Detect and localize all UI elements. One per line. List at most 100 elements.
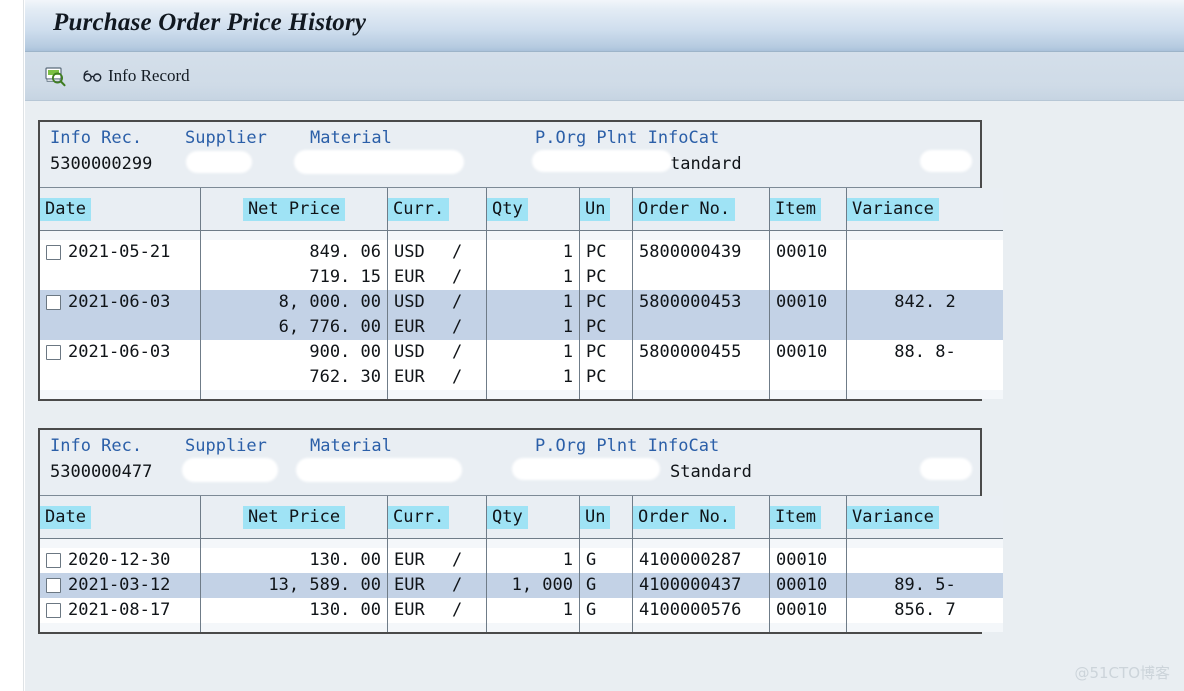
row-select-checkbox[interactable] [46,295,61,310]
display-magnifier-icon [44,65,66,87]
row-select-checkbox[interactable] [46,603,61,618]
cell-net-price: 719. 15 [201,265,388,290]
info-rec-label: Info Rec. [50,128,142,148]
currency-code: USD [394,290,436,315]
cell-date [40,315,201,340]
currency-separator: / [452,315,462,340]
cell-order-no [633,265,770,290]
material-label: Material [310,128,392,148]
cell-qty: 1 [487,548,580,573]
currency-inner: EUR/ [394,365,480,390]
currency-inner: USD/ [394,240,480,265]
spacer-cell [201,390,388,399]
supplier-label: Supplier [185,128,267,148]
currency-code: EUR [394,573,436,598]
currency-code: EUR [394,265,436,290]
table-row[interactable]: 6, 776. 00EUR/1PC [40,315,1003,340]
date-cell-wrap: 2021-06-03 [46,340,194,365]
column-header-qty[interactable]: Qty [487,496,580,539]
cell-variance [847,240,1004,265]
column-header-text: Net Price [243,506,345,529]
currency-code: EUR [394,598,436,623]
spacer-row [40,623,1003,632]
cell-unit: PC [580,340,633,365]
spacer-cell [847,539,1004,549]
column-header-text: Qty [487,198,528,221]
date-value: 2021-06-03 [68,290,170,315]
cell-order-no [633,365,770,390]
info-rec-value: 5300000477 [50,462,152,482]
table-row[interactable]: 2021-08-17130. 00EUR/1G41000005760001085… [40,598,1003,623]
column-header-item[interactable]: Item [770,496,847,539]
currency-code: EUR [394,315,436,340]
display-button[interactable] [44,61,66,91]
spacer-cell [633,390,770,399]
material-label: Material [310,436,392,456]
currency-code: USD [394,240,436,265]
column-header-un[interactable]: Un [580,496,633,539]
date-value: 2021-08-17 [68,598,170,623]
table-row[interactable]: 2021-05-21849. 06USD/1PC580000043900010 [40,240,1003,265]
spacer-cell [633,539,770,549]
watermark: @51CTO博客 [1074,662,1170,683]
column-header-variance[interactable]: Variance [847,188,1004,231]
price-history-blocks: Info Rec. Supplier Material P.Org Plnt Info… [38,120,1184,634]
cell-item [770,365,847,390]
supplier-label: Supplier [185,436,267,456]
cell-order-no: 5800000439 [633,240,770,265]
column-header-order-no[interactable]: Order No. [633,496,770,539]
cell-item: 00010 [770,548,847,573]
cell-unit: PC [580,240,633,265]
cell-currency: EUR/ [388,573,487,598]
row-select-checkbox[interactable] [46,245,61,260]
cell-variance: 88. 8- [847,340,1004,365]
column-header-variance[interactable]: Variance [847,496,1004,539]
column-header-text: Variance [847,506,939,529]
cell-item: 00010 [770,240,847,265]
cell-order-no: 4100000287 [633,548,770,573]
column-header-date[interactable]: Date [40,496,201,539]
column-header-net-price[interactable]: Net Price [201,496,388,539]
column-header-qty[interactable]: Qty [487,188,580,231]
info-rec-value: 5300000299 [50,154,152,174]
column-header-un[interactable]: Un [580,188,633,231]
cell-order-no [633,315,770,340]
currency-inner: EUR/ [394,573,480,598]
cell-variance: 842. 2 [847,290,1004,315]
row-select-checkbox[interactable] [46,345,61,360]
info-record-button[interactable]: Info Record [83,61,190,91]
spacer-cell [847,390,1004,399]
table-row[interactable]: 2021-03-1213, 589. 00EUR/1, 000G41000004… [40,573,1003,598]
row-select-checkbox[interactable] [46,578,61,593]
spacer-cell [847,231,1004,241]
column-header-text: Net Price [243,198,345,221]
table-row[interactable]: 2020-12-30130. 00EUR/1G410000028700010 [40,548,1003,573]
column-header-order-no[interactable]: Order No. [633,188,770,231]
cell-order-no: 4100000576 [633,598,770,623]
column-header-curr[interactable]: Curr. [388,496,487,539]
porg-plnt-infocat-label: P.Org Plnt InfoCat [535,436,719,456]
column-header-date[interactable]: Date [40,188,201,231]
column-header-text: Curr. [388,198,449,221]
table-row[interactable]: 719. 15EUR/1PC [40,265,1003,290]
cell-currency: EUR/ [388,265,487,290]
cell-variance: 856. 7 [847,598,1004,623]
spacer-cell [201,231,388,241]
table-row[interactable]: 762. 30EUR/1PC [40,365,1003,390]
row-select-checkbox[interactable] [46,553,61,568]
table-row[interactable]: 2021-06-03900. 00USD/1PC5800000455000108… [40,340,1003,365]
table-row[interactable]: 2021-06-038, 000. 00USD/1PC5800000453000… [40,290,1003,315]
cell-currency: EUR/ [388,365,487,390]
cell-variance: 89. 5- [847,573,1004,598]
cell-variance [847,548,1004,573]
cell-net-price: 849. 06 [201,240,388,265]
cell-qty: 1 [487,365,580,390]
currency-inner: USD/ [394,340,480,365]
column-header-item[interactable]: Item [770,188,847,231]
column-header-text: Qty [487,506,528,529]
cell-order-no: 5800000453 [633,290,770,315]
info-record-label: Info Record [108,66,190,86]
column-header-net-price[interactable]: Net Price [201,188,388,231]
column-header-curr[interactable]: Curr. [388,188,487,231]
cell-variance [847,265,1004,290]
